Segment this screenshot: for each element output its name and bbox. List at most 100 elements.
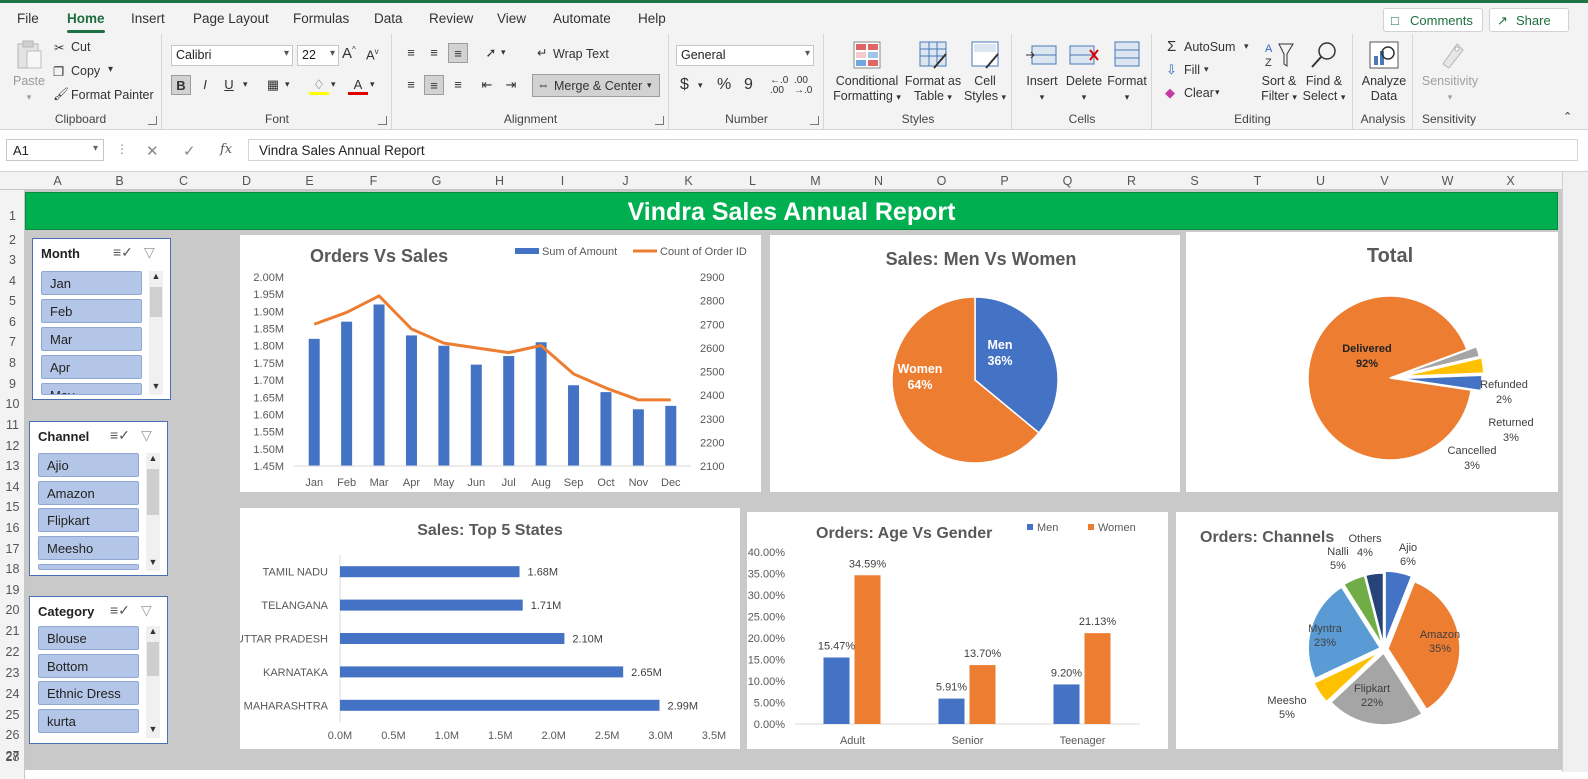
decrease-indent-icon[interactable]: ⇤ bbox=[477, 75, 497, 95]
slicer-channel-item[interactable]: Meesho bbox=[38, 536, 139, 560]
scroll-thumb[interactable] bbox=[147, 642, 159, 676]
row-header[interactable]: 24 bbox=[0, 687, 25, 701]
clipboard-launcher-icon[interactable] bbox=[148, 116, 157, 125]
row-header[interactable]: 4 bbox=[0, 274, 25, 288]
row-header[interactable]: 14 bbox=[0, 480, 25, 494]
formula-input[interactable]: Vindra Sales Annual Report bbox=[248, 139, 1578, 161]
bold-icon[interactable]: B bbox=[171, 75, 191, 95]
font-launcher-icon[interactable] bbox=[378, 116, 387, 125]
slicer-channel-item[interactable]: Flipkart bbox=[38, 508, 139, 532]
row-header[interactable]: 16 bbox=[0, 521, 25, 535]
analyze-data-button[interactable]: Analyze Data bbox=[1358, 40, 1410, 104]
underline-icon[interactable]: U bbox=[219, 75, 239, 95]
column-header[interactable]: G bbox=[405, 174, 468, 188]
row-header[interactable]: 26 bbox=[0, 728, 25, 742]
share-button[interactable]: ↗ Share bbox=[1489, 8, 1569, 32]
increase-decimal-icon[interactable]: ←.0.00 bbox=[770, 76, 788, 96]
menu-formulas[interactable]: Formulas bbox=[293, 11, 349, 26]
clear-filter-icon[interactable]: ▽ bbox=[144, 244, 155, 261]
enter-icon[interactable]: ✓ bbox=[183, 142, 196, 160]
format-as-table-button[interactable]: Format as Table ▾ bbox=[903, 40, 963, 105]
more-options-icon[interactable]: ⋮ bbox=[116, 142, 128, 156]
autosum-button[interactable]: AutoSum bbox=[1184, 40, 1235, 54]
row-header[interactable]: 15 bbox=[0, 500, 25, 514]
chart-age-gender[interactable]: Orders: Age Vs Gender Men Women 40.00% 35.00… bbox=[747, 512, 1168, 749]
slicer-channel-item[interactable]: Amazon bbox=[38, 481, 139, 505]
conditional-formatting-button[interactable]: Conditional Formatting ▾ bbox=[831, 40, 903, 105]
currency-icon[interactable]: $ bbox=[680, 76, 689, 94]
scroll-thumb[interactable] bbox=[147, 469, 159, 515]
row-header[interactable]: 18 bbox=[0, 562, 25, 576]
slicer-scrollbar[interactable]: ▲ ▼ bbox=[146, 626, 160, 738]
format-cells-button[interactable]: Format ▾ bbox=[1105, 40, 1149, 105]
insert-function-icon[interactable]: fx bbox=[220, 142, 232, 157]
copy-button[interactable]: Copy bbox=[71, 64, 100, 78]
clear-filter-icon[interactable]: ▽ bbox=[141, 427, 152, 444]
clear-filter-icon[interactable]: ▽ bbox=[141, 602, 152, 619]
align-left-icon[interactable]: ≡ bbox=[401, 75, 421, 95]
slicer-category-item[interactable]: Bottom bbox=[38, 654, 139, 678]
merge-dropdown-icon[interactable]: ▾ bbox=[647, 80, 652, 91]
column-header[interactable]: C bbox=[152, 174, 215, 188]
row-header[interactable]: 25 bbox=[0, 708, 25, 722]
slicer-category[interactable]: Category ≡✓ ▽ Blouse Bottom Ethnic Dress… bbox=[29, 596, 168, 744]
orientation-dropdown-icon[interactable]: ▾ bbox=[501, 47, 506, 58]
slicer-month-item[interactable]: Mar bbox=[41, 327, 142, 351]
font-color-dropdown-icon[interactable]: ▾ bbox=[370, 79, 375, 90]
cell-styles-button[interactable]: Cell Styles ▾ bbox=[963, 40, 1007, 105]
column-header[interactable]: W bbox=[1416, 174, 1479, 188]
menu-home[interactable]: Home bbox=[67, 11, 105, 33]
chart-orders-vs-sales[interactable]: Orders Vs Sales Sum of Amount Count of Ord… bbox=[240, 235, 761, 492]
slicer-month-item[interactable]: Jan bbox=[41, 271, 142, 295]
column-header[interactable]: E bbox=[278, 174, 341, 188]
autosum-dropdown-icon[interactable]: ▾ bbox=[1244, 41, 1249, 52]
row-header[interactable]: 13 bbox=[0, 459, 25, 473]
scroll-down-icon[interactable]: ▼ bbox=[146, 724, 160, 734]
row-header[interactable]: 3 bbox=[0, 253, 25, 267]
align-center-icon[interactable]: ≡ bbox=[424, 75, 444, 95]
slicer-category-item[interactable]: Ethnic Dress bbox=[38, 681, 139, 705]
slicer-category-item[interactable]: kurta bbox=[38, 709, 139, 733]
scroll-up-icon[interactable]: ▲ bbox=[146, 626, 160, 636]
align-middle-icon[interactable]: ≡ bbox=[424, 43, 444, 63]
slicer-scrollbar[interactable]: ▲ ▼ bbox=[146, 453, 160, 571]
italic-icon[interactable]: I bbox=[195, 75, 215, 95]
insert-cells-button[interactable]: Insert ▾ bbox=[1021, 40, 1063, 105]
column-header[interactable]: B bbox=[88, 174, 151, 188]
align-top-icon[interactable]: ≡ bbox=[401, 43, 421, 63]
row-header[interactable]: 28 bbox=[0, 750, 25, 764]
menu-view[interactable]: View bbox=[497, 11, 526, 26]
column-header[interactable]: R bbox=[1100, 174, 1163, 188]
grow-font-icon[interactable]: A^ bbox=[342, 45, 356, 62]
column-header[interactable]: K bbox=[657, 174, 720, 188]
row-header[interactable]: 12 bbox=[0, 439, 25, 453]
row-header[interactable]: 7 bbox=[0, 335, 25, 349]
decrease-decimal-icon[interactable]: .00 →.0 bbox=[794, 76, 812, 96]
scroll-thumb[interactable] bbox=[150, 287, 162, 317]
scroll-up-icon[interactable]: ▲ bbox=[146, 453, 160, 463]
column-header[interactable]: A bbox=[26, 174, 89, 188]
fill-dropdown-icon[interactable]: ▾ bbox=[1204, 64, 1209, 75]
column-header[interactable]: I bbox=[531, 174, 594, 188]
paste-button[interactable]: Paste ▾ bbox=[10, 40, 48, 105]
chart-sales-men-women[interactable]: Sales: Men Vs Women Men 36% Women 64% bbox=[770, 235, 1180, 492]
column-header[interactable]: X bbox=[1479, 174, 1542, 188]
row-header[interactable]: 9 bbox=[0, 377, 25, 391]
wrap-text-button[interactable]: Wrap Text bbox=[553, 47, 609, 61]
multi-select-icon[interactable]: ≡✓ bbox=[113, 244, 133, 261]
alignment-launcher-icon[interactable] bbox=[655, 116, 664, 125]
row-header[interactable]: 1 bbox=[0, 209, 25, 223]
slicer-channel-item[interactable] bbox=[38, 564, 139, 570]
column-header[interactable]: U bbox=[1289, 174, 1352, 188]
fill-color-dropdown-icon[interactable]: ▾ bbox=[331, 79, 336, 90]
fill-color-icon[interactable]: ♢ bbox=[309, 75, 329, 95]
column-header[interactable]: M bbox=[784, 174, 847, 188]
column-header[interactable]: T bbox=[1226, 174, 1289, 188]
slicer-month[interactable]: Month ≡✓ ▽ Jan Feb Mar Apr May ▲ ▼ bbox=[32, 238, 171, 400]
merge-center-button[interactable]: ⇔ Merge & Center ▾ bbox=[532, 74, 660, 97]
row-header[interactable]: 20 bbox=[0, 603, 25, 617]
font-name-select[interactable]: Calibri bbox=[171, 45, 293, 66]
find-select-button[interactable]: Find & Select ▾ bbox=[1301, 40, 1347, 105]
slicer-scrollbar[interactable]: ▲ ▼ bbox=[149, 271, 163, 395]
menu-data[interactable]: Data bbox=[374, 11, 403, 26]
